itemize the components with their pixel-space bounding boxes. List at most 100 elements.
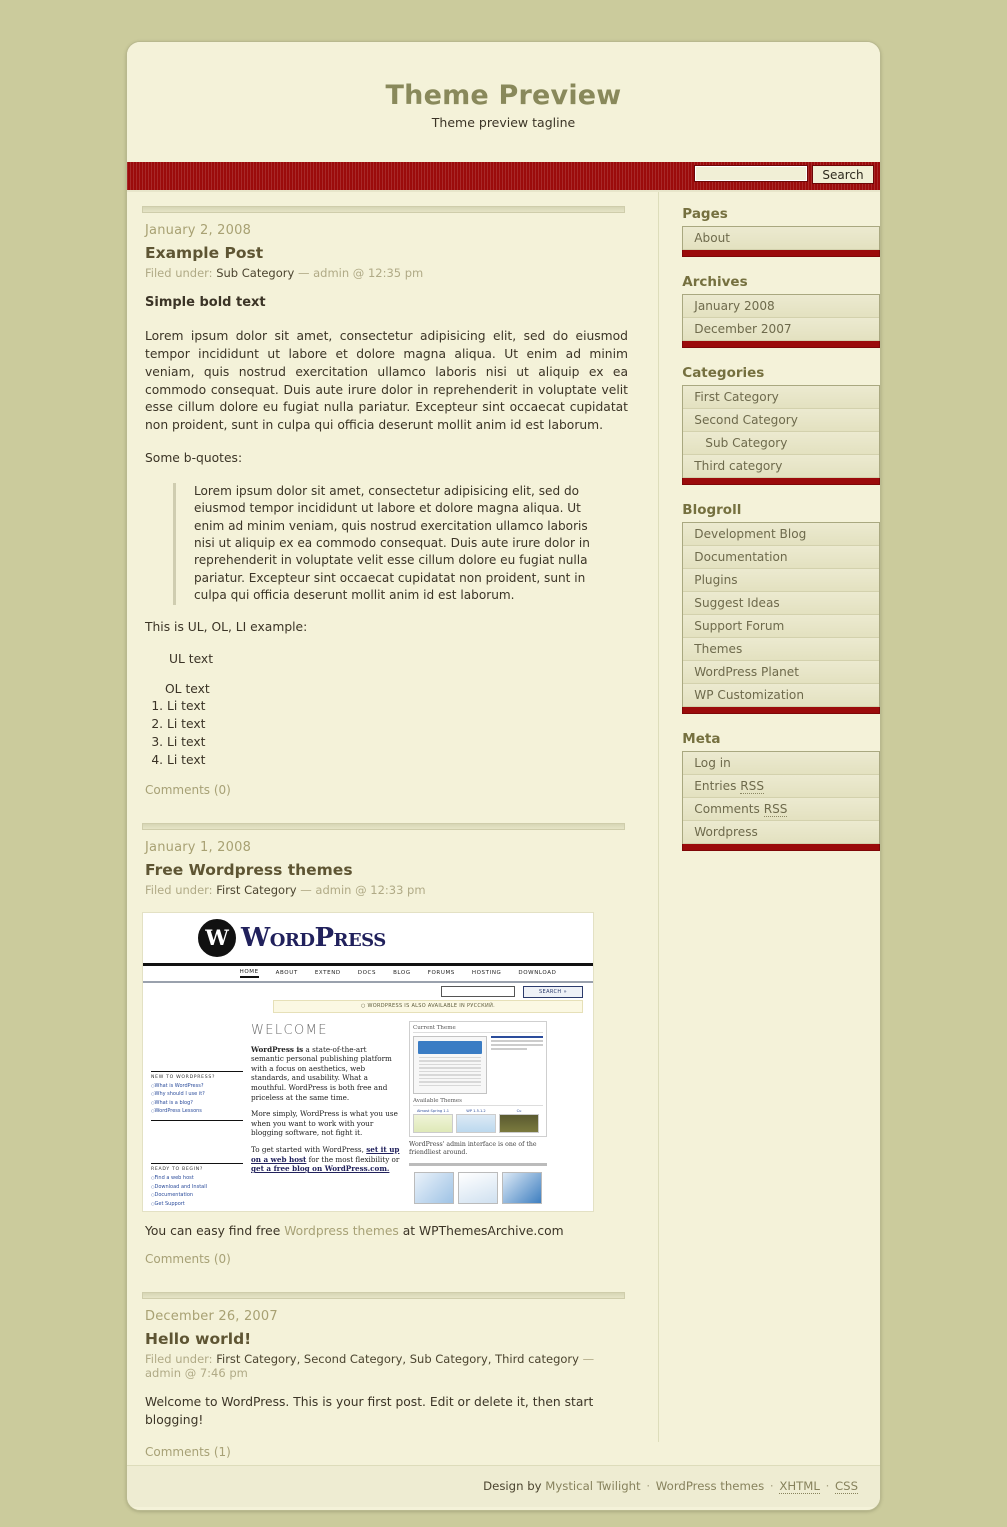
post-title[interactable]: Example Post	[145, 244, 641, 262]
list-item[interactable]: December 2007	[683, 318, 879, 341]
post-title[interactable]: Free Wordpress themes	[145, 861, 641, 879]
widget-accent-bar	[682, 707, 880, 714]
post-separator	[142, 206, 625, 213]
sidebar-item-wordpress-planet[interactable]: WordPress Planet	[683, 661, 879, 683]
widget-pages: Pages About	[682, 206, 880, 257]
sidebar-item-wordpress[interactable]: Wordpress	[683, 821, 879, 843]
list-item[interactable]: WordPress Planet	[683, 661, 879, 684]
wordpress-wordmark: WordPress	[241, 922, 386, 953]
sidebar-item-sub-category[interactable]: Sub Category	[683, 432, 879, 454]
wp-paragraph-1: WordPress is a state-of-the-art semantic…	[251, 1045, 401, 1103]
widget-accent-bar	[682, 250, 880, 257]
post-meta: Filed under: First Category — admin @ 12…	[145, 883, 623, 897]
sidebar-item-plugins[interactable]: Plugins	[683, 569, 879, 591]
list-item[interactable]: First Category	[683, 386, 879, 409]
footer-separator: ·	[825, 1479, 830, 1494]
sidebar-item-documentation[interactable]: Documentation	[683, 546, 879, 568]
wordpress-themes-link[interactable]: Wordpress themes	[284, 1224, 399, 1238]
wp-link: Download and Install	[151, 1184, 243, 1190]
search-button[interactable]: Search	[812, 165, 874, 184]
footer-separator: ·	[646, 1479, 651, 1494]
post-categories[interactable]: First Category, Second Category, Sub Cat…	[216, 1352, 579, 1366]
post-title[interactable]: Hello world!	[145, 1330, 641, 1348]
list-item[interactable]: Plugins	[683, 569, 879, 592]
list-item[interactable]: Comments RSS	[683, 798, 879, 821]
widget-list: First Category Second Category Sub Categ…	[682, 385, 880, 478]
sidebar-item-development-blog[interactable]: Development Blog	[683, 523, 879, 545]
footer-xhtml-link[interactable]: XHTML	[779, 1479, 820, 1495]
footer-css-link[interactable]: CSS	[835, 1479, 858, 1495]
post-date: January 2, 2008	[145, 223, 252, 238]
wp-paragraph-3: To get started with WordPress, set it up…	[251, 1145, 401, 1174]
list-item[interactable]: Second Category	[683, 409, 879, 432]
sidebar-item-wp-customization[interactable]: WP Customization	[683, 684, 879, 706]
wp-available-themes: Available Themes Almost Spring 1.1 WP 1.…	[413, 1098, 543, 1133]
list-item[interactable]: WP Customization	[683, 684, 879, 707]
wp-nav-docs: DOCS	[357, 970, 377, 977]
list-item[interactable]: Development Blog	[683, 523, 879, 546]
wordpress-org-screenshot: W WordPress HOME ABOUT EXTEND DOCS BLOG …	[142, 911, 594, 1212]
footer-themes-link[interactable]: WordPress themes	[656, 1479, 764, 1493]
list-item[interactable]: Log in	[683, 752, 879, 775]
page-container: Theme Preview Theme preview tagline Sear…	[126, 41, 881, 1511]
post-categories[interactable]: Sub Category	[216, 266, 294, 280]
list-item[interactable]: January 2008	[683, 295, 879, 318]
wp-shot-middle-column: WELCOME WordPress is a state-of-the-art …	[251, 1019, 401, 1211]
list-item[interactable]: About	[683, 227, 879, 250]
ol-item: Li text	[167, 733, 628, 751]
post-date: December 26, 2007	[145, 1308, 278, 1324]
sidebar-item-third-category[interactable]: Third category	[683, 455, 879, 477]
footer-separator: ·	[769, 1479, 774, 1494]
search-input[interactable]	[694, 165, 808, 182]
sidebar-item-log-in[interactable]: Log in	[683, 752, 879, 774]
comments-link[interactable]: Comments (0)	[145, 1252, 641, 1266]
sidebar-item-january-2008[interactable]: January 2008	[683, 295, 879, 317]
sidebar-item-december-2007[interactable]: December 2007	[683, 318, 879, 340]
wp-shot-search-button: SEARCH »	[523, 985, 583, 998]
content-column: January 2, 2008 Example Post Filed under…	[127, 192, 641, 1465]
wp-nav-download: DOWNLOAD	[518, 970, 557, 977]
filed-under-label: Filed under:	[145, 266, 213, 280]
list-item[interactable]: Suggest Ideas	[683, 592, 879, 615]
wp-link: WordPress Lessons	[151, 1108, 243, 1114]
list-item[interactable]: Themes	[683, 638, 879, 661]
widget-blogroll: Blogroll Development Blog Documentation …	[682, 502, 880, 714]
widget-list: About	[682, 226, 880, 250]
list-item[interactable]: Third category	[683, 455, 879, 478]
wp-shot-nav: HOME ABOUT EXTEND DOCS BLOG FORUMS HOSTI…	[143, 965, 593, 983]
wp-welcome-heading: WELCOME	[251, 1022, 328, 1038]
sidebar-item-entries-rss[interactable]: Entries RSS	[683, 775, 879, 797]
sidebar-item-support-forum[interactable]: Support Forum	[683, 615, 879, 637]
search-form: Search	[694, 165, 874, 184]
post-categories[interactable]: First Category	[216, 883, 296, 897]
wp-free-blog-link: get a free blog on WordPress.com.	[251, 1164, 390, 1174]
filed-under-label: Filed under:	[145, 883, 213, 898]
list-item[interactable]: Sub Category	[683, 432, 879, 455]
menu-bar: Search	[127, 159, 880, 192]
sidebar-item-second-category[interactable]: Second Category	[683, 409, 879, 431]
site-header: Theme Preview Theme preview tagline	[127, 42, 880, 159]
widget-list: January 2008 December 2007	[682, 294, 880, 341]
wp-link: What is WordPress?	[151, 1083, 243, 1089]
wp-available-label: Available Themes	[413, 1098, 543, 1106]
widget-list: Log in Entries RSS Comments RSS Wordpres…	[682, 751, 880, 844]
comments-link[interactable]: Comments (0)	[145, 783, 641, 797]
list-item[interactable]: Documentation	[683, 546, 879, 569]
list-item[interactable]: Wordpress	[683, 821, 879, 844]
sidebar-item-comments-rss[interactable]: Comments RSS	[683, 798, 879, 820]
comments-link[interactable]: Comments (1)	[145, 1445, 641, 1459]
sidebar-item-suggest-ideas[interactable]: Suggest Ideas	[683, 592, 879, 614]
post-hello-world: December 26, 2007 Hello world! Filed und…	[142, 1291, 641, 1459]
wp-ready-links: Find a web host Download and Install Doc…	[151, 1175, 243, 1207]
list-item[interactable]: Entries RSS	[683, 775, 879, 798]
widget-title: Blogroll	[682, 502, 742, 518]
sidebar-item-themes[interactable]: Themes	[683, 638, 879, 660]
wp-shot-search-input	[441, 985, 515, 997]
sidebar-item-about[interactable]: About	[683, 227, 879, 249]
sidebar-item-first-category[interactable]: First Category	[683, 386, 879, 408]
list-item[interactable]: Support Forum	[683, 615, 879, 638]
wp-current-theme-label: Current Theme	[413, 1025, 543, 1033]
footer-author-link[interactable]: Mystical Twilight	[545, 1479, 640, 1493]
wp-divider	[151, 1120, 243, 1122]
post-title-text: Hello world!	[145, 1329, 252, 1348]
